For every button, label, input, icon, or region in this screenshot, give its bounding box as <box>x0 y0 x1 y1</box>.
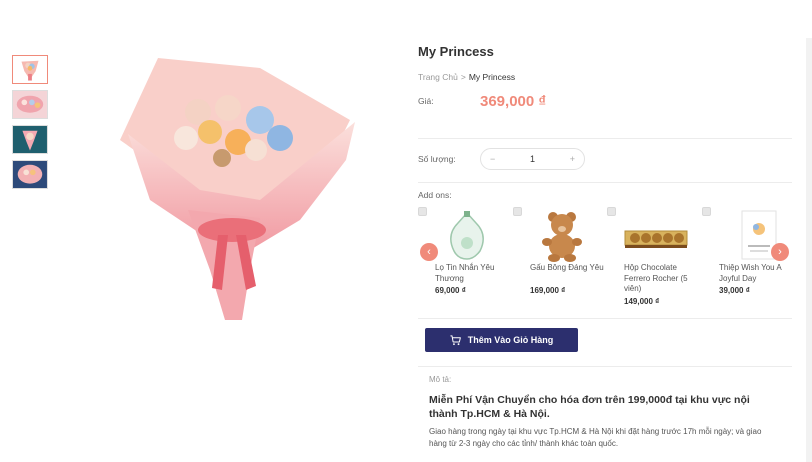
price-label: Giá: <box>418 96 434 106</box>
product-main-image <box>120 58 355 320</box>
addon-checkbox[interactable] <box>513 207 522 216</box>
addon-checkbox[interactable] <box>607 207 616 216</box>
bouquet-thumbnail-image <box>13 56 47 83</box>
addons-label: Add ons: <box>418 190 452 200</box>
breadcrumb: Trang Chủ > My Princess <box>418 72 515 82</box>
chocolate-box-image <box>624 230 688 248</box>
thumbnail-3[interactable] <box>12 125 48 154</box>
bouquet-blue-thumbnail-image <box>13 161 47 188</box>
addon-price: 149,000 ₫ <box>624 297 660 306</box>
message-jar-image <box>450 211 484 260</box>
addon-price: 39,000 ₫ <box>719 286 750 295</box>
thumbnail-list <box>12 55 49 195</box>
bouquet-dark-thumbnail-image <box>13 126 47 153</box>
thumbnail-4[interactable] <box>12 160 48 189</box>
quantity-decrease-button[interactable]: − <box>490 154 495 164</box>
quantity-label: Số lượng: <box>418 154 456 164</box>
addons-carousel: Lọ Tin Nhắn Yêu Thương 69,000 ₫ Gấu Bông… <box>418 205 812 313</box>
quantity-stepper: − 1 + <box>480 148 585 170</box>
description-heading: Miễn Phí Vận Chuyển cho hóa đơn trên 199… <box>429 394 750 420</box>
divider <box>418 182 792 183</box>
addon-name: Thiệp Wish You A Joyful Day <box>719 263 782 283</box>
quantity-increase-button[interactable]: + <box>570 154 575 164</box>
bouquet-side-thumbnail-image <box>13 91 47 118</box>
addon-price: 169,000 ₫ <box>530 286 566 295</box>
carousel-next-button[interactable]: › <box>771 243 789 261</box>
addon-item[interactable]: Hộp Chocolate Ferrero Rocher (5 viên) 14… <box>607 205 699 313</box>
add-to-cart-label: Thêm Vào Giỏ Hàng <box>467 335 554 345</box>
addon-price: 69,000 ₫ <box>435 286 466 295</box>
teddy-bear-image <box>542 212 582 262</box>
addon-checkbox[interactable] <box>418 207 427 216</box>
thumbnail-2[interactable] <box>12 90 48 119</box>
addon-item[interactable]: Gấu Bông Đáng Yêu 169,000 ₫ <box>513 205 605 313</box>
product-price: 369,000 ₫ <box>480 93 547 110</box>
description-section: Mô tả: Miễn Phí Vận Chuyển cho hóa đơn t… <box>418 366 792 462</box>
addon-name: Gấu Bông Đáng Yêu <box>530 263 604 272</box>
cart-icon <box>450 334 461 345</box>
carousel-prev-button[interactable]: ‹ <box>420 243 438 261</box>
divider <box>418 318 792 319</box>
description-body: Giao hàng trong ngày tại khu vực Tp.HCM … <box>429 427 762 448</box>
description-label: Mô tả: <box>429 375 452 384</box>
product-title: My Princess <box>418 44 494 59</box>
addon-name: Hộp Chocolate Ferrero Rocher (5 viên) <box>624 263 688 293</box>
breadcrumb-current: My Princess <box>468 72 516 82</box>
add-to-cart-button[interactable]: Thêm Vào Giỏ Hàng <box>425 328 578 352</box>
product-info: My Princess Trang Chủ > My Princess Giá: 3… <box>418 0 812 462</box>
addon-checkbox[interactable] <box>702 207 711 216</box>
quantity-input[interactable]: 1 <box>530 154 535 164</box>
addon-name: Lọ Tin Nhắn Yêu Thương <box>435 263 495 283</box>
divider <box>418 138 792 139</box>
chevron-left-icon: ‹ <box>427 245 431 258</box>
chevron-right-icon: › <box>778 245 782 258</box>
thumbnail-1[interactable] <box>12 55 48 84</box>
breadcrumb-separator: > <box>460 72 466 82</box>
breadcrumb-home-link[interactable]: Trang Chủ <box>418 72 458 82</box>
